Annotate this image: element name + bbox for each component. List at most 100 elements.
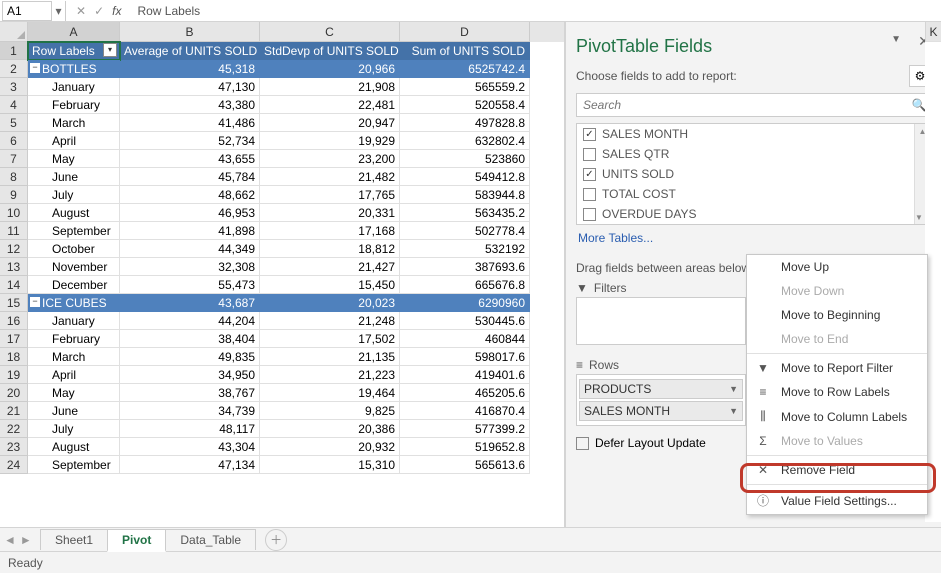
cell[interactable]: 45,318 [120,60,260,78]
cell[interactable]: 44,349 [120,240,260,258]
cell[interactable]: 20,331 [260,204,400,222]
cell[interactable]: October [28,240,120,258]
sheet-tab-sheet1[interactable]: Sheet1 [40,529,108,550]
row-header[interactable]: 14 [0,276,28,294]
cell[interactable]: 502778.4 [400,222,530,240]
cell[interactable]: 47,134 [120,456,260,474]
context-menu-item[interactable]: ⫼Move to Column Labels [747,404,927,429]
cell[interactable]: 41,486 [120,114,260,132]
row-header[interactable]: 2 [0,60,28,78]
cell[interactable]: 497828.8 [400,114,530,132]
cell[interactable]: 43,380 [120,96,260,114]
cell[interactable]: 22,481 [260,96,400,114]
row-header[interactable]: 8 [0,168,28,186]
cell[interactable]: February [28,330,120,348]
cell[interactable]: 15,450 [260,276,400,294]
field-list[interactable]: ▲▼ ✓SALES MONTHSALES QTR✓UNITS SOLDTOTAL… [576,123,931,225]
checkbox-icon[interactable] [583,148,596,161]
rowlabels-filter-button[interactable] [103,43,117,57]
field-search-input[interactable] [577,98,908,112]
checkbox-icon[interactable] [583,188,596,201]
group-row-label[interactable]: ICE CUBES− [28,294,120,312]
select-all-triangle[interactable] [0,22,28,42]
cell[interactable]: 21,135 [260,348,400,366]
field-item[interactable]: OVERDUE DAYS [577,204,930,224]
row-header[interactable]: 6 [0,132,28,150]
cell[interactable]: 48,117 [120,420,260,438]
cell[interactable]: 21,427 [260,258,400,276]
context-menu-item[interactable]: ≡Move to Row Labels [747,380,927,404]
row-header[interactable]: 16 [0,312,28,330]
row-header[interactable]: 20 [0,384,28,402]
cell[interactable]: 416870.4 [400,402,530,420]
cell[interactable]: 55,473 [120,276,260,294]
cell[interactable]: 19,929 [260,132,400,150]
cell[interactable]: 17,502 [260,330,400,348]
chevron-down-icon[interactable]: ▼ [729,384,738,394]
cell[interactable]: 15,310 [260,456,400,474]
row-header[interactable]: 3 [0,78,28,96]
defer-layout-checkbox[interactable]: Defer Layout Update [576,436,706,450]
cell[interactable]: 17,168 [260,222,400,240]
cell[interactable]: 20,023 [260,294,400,312]
cell[interactable]: 419401.6 [400,366,530,384]
cell[interactable]: 21,908 [260,78,400,96]
filters-dropzone[interactable] [576,297,746,345]
collapse-icon[interactable]: − [30,297,40,307]
group-row-label[interactable]: BOTTLES− [28,60,120,78]
field-search[interactable]: 🔍 [576,93,931,117]
cell[interactable]: 632802.4 [400,132,530,150]
chevron-down-icon[interactable]: ▼ [729,406,738,416]
cell[interactable]: January [28,78,120,96]
row-header[interactable]: 17 [0,330,28,348]
col-header-K[interactable]: K [925,22,941,42]
col-header-B[interactable]: B [120,22,260,42]
cell[interactable]: 23,200 [260,150,400,168]
cell[interactable]: 20,386 [260,420,400,438]
context-menu-item[interactable]: ▼Move to Report Filter [747,356,927,380]
cell[interactable]: March [28,114,120,132]
cell[interactable]: 9,825 [260,402,400,420]
row-header[interactable]: 1 [0,42,28,60]
cell[interactable]: September [28,456,120,474]
cell[interactable]: December [28,276,120,294]
row-header[interactable]: 19 [0,366,28,384]
row-header[interactable]: 22 [0,420,28,438]
cell[interactable]: 43,655 [120,150,260,168]
cell[interactable]: 565613.6 [400,456,530,474]
cell[interactable]: 46,953 [120,204,260,222]
rows-pill-salesmonth[interactable]: SALES MONTH▼ [579,401,743,421]
more-tables-link[interactable]: More Tables... [576,225,931,251]
spreadsheet-grid[interactable]: A B C D 1Row LabelsAverage of UNITS SOLD… [0,22,565,527]
cell[interactable]: 6290960 [400,294,530,312]
row-header[interactable]: 21 [0,402,28,420]
cell[interactable]: 21,482 [260,168,400,186]
checkbox-icon[interactable]: ✓ [583,168,596,181]
cell[interactable]: February [28,96,120,114]
cell[interactable]: April [28,366,120,384]
cell[interactable]: September [28,222,120,240]
cell[interactable]: 565559.2 [400,78,530,96]
cell[interactable]: 520558.4 [400,96,530,114]
cell[interactable]: 41,898 [120,222,260,240]
cell[interactable]: 18,812 [260,240,400,258]
checkbox-icon[interactable]: ✓ [583,128,596,141]
collapse-icon[interactable]: − [30,63,40,73]
pivot-header-rowlabels[interactable]: Row Labels [28,42,120,60]
cell[interactable]: 523860 [400,150,530,168]
pivot-header-stddev[interactable]: StdDevp of UNITS SOLD [260,42,400,60]
cell[interactable]: 583944.8 [400,186,530,204]
cell[interactable]: June [28,168,120,186]
panel-options-dropdown[interactable]: ▼ [891,34,901,45]
cell[interactable]: May [28,150,120,168]
cell[interactable]: 38,404 [120,330,260,348]
context-menu-item[interactable]: ✕Remove Field [747,458,927,482]
cell[interactable]: July [28,186,120,204]
cell[interactable]: January [28,312,120,330]
rows-dropzone[interactable]: PRODUCTS▼ SALES MONTH▼ [576,374,746,426]
formula-input[interactable]: Row Labels [131,4,941,18]
cell[interactable]: 387693.6 [400,258,530,276]
cell[interactable]: 34,950 [120,366,260,384]
row-header[interactable]: 18 [0,348,28,366]
cell[interactable]: July [28,420,120,438]
